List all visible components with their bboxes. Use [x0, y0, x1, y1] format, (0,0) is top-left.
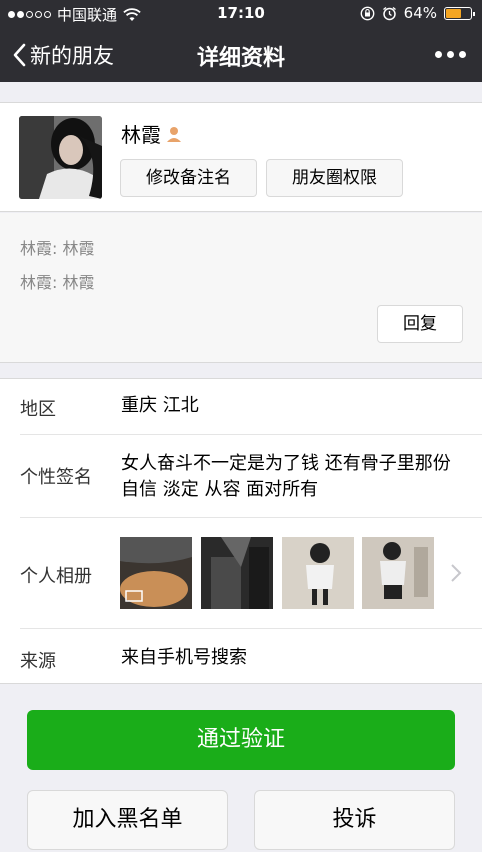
- message-item: 林霞: 林霞: [20, 273, 95, 292]
- signature-row: 个性签名 女人奋斗不一定是为了钱 还有骨子里那份自信 淡定 从容 面对所有: [0, 435, 482, 517]
- nav-bar: 新的朋友 详细资料: [0, 28, 482, 82]
- moments-permission-button[interactable]: 朋友圈权限: [266, 159, 403, 197]
- edit-remark-button[interactable]: 修改备注名: [120, 159, 257, 197]
- album-photo: [282, 537, 354, 609]
- profile-card: 林霞 修改备注名 朋友圈权限: [0, 102, 482, 212]
- verify-button[interactable]: 通过验证: [27, 710, 455, 770]
- profile-name-row: 林霞: [121, 119, 183, 148]
- rotation-lock-icon: [360, 6, 375, 20]
- profile-name: 林霞: [121, 123, 161, 147]
- source-label: 来源: [20, 651, 56, 672]
- message-item: 林霞: 林霞: [20, 239, 95, 258]
- region-row: 地区 重庆 江北: [0, 379, 482, 434]
- chevron-left-icon: [13, 43, 26, 67]
- battery-level: [446, 8, 462, 18]
- blacklist-button[interactable]: 加入黑名单: [27, 790, 228, 850]
- album-photo: [120, 537, 192, 609]
- verification-messages: 林霞: 林霞 林霞: 林霞 回复: [0, 213, 482, 363]
- album-label: 个人相册: [20, 566, 92, 587]
- more-icon[interactable]: [435, 41, 466, 67]
- status-right: 64%: [360, 4, 475, 22]
- battery-percent: 64%: [403, 4, 437, 22]
- report-button[interactable]: 投诉: [254, 790, 455, 850]
- info-list: 地区 重庆 江北 个性签名 女人奋斗不一定是为了钱 还有骨子里那份自信 淡定 从…: [0, 378, 482, 684]
- signature-label: 个性签名: [20, 467, 92, 488]
- region-value: 重庆 江北: [121, 395, 199, 416]
- female-user-icon: [167, 126, 181, 142]
- back-button[interactable]: 新的朋友: [12, 40, 114, 70]
- battery-icon: [444, 6, 475, 20]
- back-label: 新的朋友: [30, 44, 114, 68]
- album-photo: [362, 537, 434, 609]
- avatar-photo: [19, 116, 102, 199]
- album-photo: [201, 537, 273, 609]
- source-value: 来自手机号搜索: [121, 647, 247, 668]
- signature-value: 女人奋斗不一定是为了钱 还有骨子里那份自信 淡定 从容 面对所有: [121, 453, 451, 500]
- chevron-right-icon: [451, 564, 462, 582]
- album-row[interactable]: 个人相册: [0, 518, 482, 628]
- alarm-icon: [382, 6, 396, 20]
- source-row: 来源 来自手机号搜索: [0, 629, 482, 684]
- status-bar: 中国联通 17:10 64%: [0, 0, 482, 28]
- region-label: 地区: [20, 399, 56, 420]
- avatar[interactable]: [19, 116, 102, 199]
- reply-button[interactable]: 回复: [377, 305, 463, 343]
